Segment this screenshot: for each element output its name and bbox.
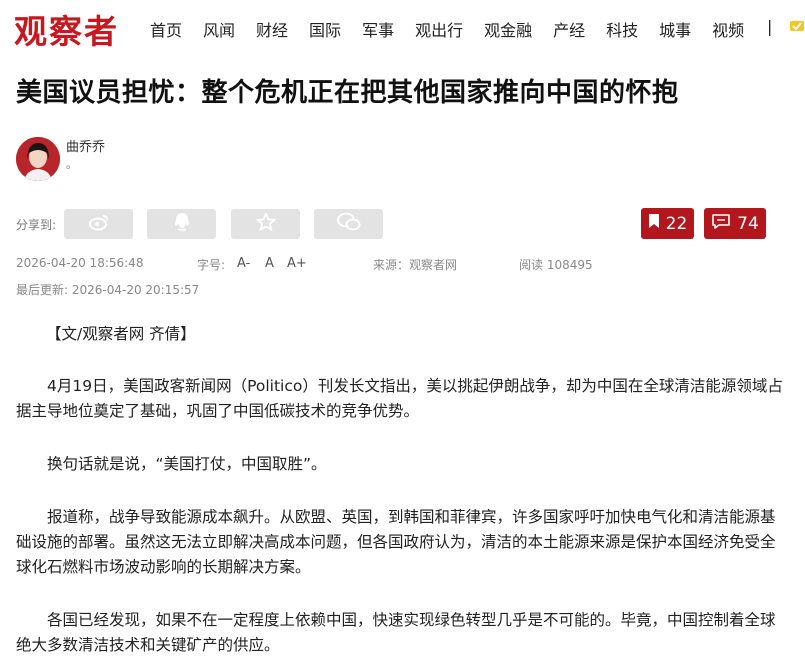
article-paragraph: 4月19日，美国政客新闻网（Politico）刊发长文指出，美以挑起伊朗战争，却… [16, 377, 783, 420]
font-normal-button[interactable]: A [265, 256, 274, 271]
share-favorite-button[interactable] [231, 209, 300, 239]
last-updated: 最后更新: 2026-04-20 20:15:57 [16, 283, 200, 297]
share-qq-button[interactable] [147, 209, 216, 239]
article-source: 来源：观察者网 [373, 258, 458, 272]
share-wechat-button[interactable] [314, 209, 383, 239]
nav-item-finance[interactable]: 财经 [256, 17, 288, 41]
nav-separator: | [767, 17, 773, 36]
nav-item-travel[interactable]: 观出行 [415, 17, 463, 41]
nav-item-home[interactable]: 首页 [150, 17, 182, 41]
wechat-icon [336, 212, 361, 236]
qq-icon [173, 212, 191, 236]
favorite-count-button[interactable]: 22 [641, 208, 694, 239]
site-logo[interactable]: 观察者 [14, 5, 119, 53]
author-name[interactable]: 曲乔乔 [66, 136, 105, 155]
nav-item-jinrong[interactable]: 观金融 [484, 17, 532, 41]
comment-count-button[interactable]: 74 [704, 208, 766, 239]
article-paragraph: 换句话就是说，“美国打仗，中国取胜”。 [47, 455, 327, 473]
favorite-count: 22 [665, 213, 688, 234]
share-label: 分享到: [16, 218, 57, 232]
article-byline: 【文/观察者网 齐倩】 [46, 325, 196, 343]
bookmark-icon [648, 213, 660, 234]
author-subtitle: 。 [66, 158, 77, 171]
publish-date: 2026-04-20 18:56:48 [16, 256, 144, 270]
nav-item-international[interactable]: 国际 [309, 17, 341, 41]
share-weibo-button[interactable] [64, 209, 133, 239]
weibo-icon [88, 213, 110, 235]
font-size-label: 字号: [197, 258, 226, 272]
article-paragraph: 报道称，战争导致能源成本飙升。从欧盟、英国，到韩国和菲律宾，许多国家呼吁加快电气… [16, 508, 776, 576]
nav-item-tech[interactable]: 科技 [606, 17, 638, 41]
nav-item-military[interactable]: 军事 [362, 17, 394, 41]
nav-extra-icon[interactable] [789, 18, 805, 34]
nav-item-industry[interactable]: 产经 [553, 17, 585, 41]
nav-item-city[interactable]: 城事 [659, 17, 691, 41]
nav-item-fengwen[interactable]: 风闻 [203, 17, 235, 41]
site-header: 观察者 首页 风闻 财经 国际 军事 观出行 观金融 产经 科技 城事 视频 | [0, 0, 805, 56]
read-count: 阅读 108495 [519, 258, 593, 272]
author-avatar[interactable] [16, 137, 60, 181]
main-nav: 首页 风闻 财经 国际 军事 观出行 观金融 产经 科技 城事 视频 [150, 17, 765, 41]
nav-item-video[interactable]: 视频 [712, 17, 744, 41]
comment-icon [711, 213, 731, 234]
font-large-button[interactable]: A+ [287, 256, 307, 271]
article-paragraph: 各国已经发现，如果不在一定程度上依赖中国，快速实现绿色转型几乎是不可能的。毕竟，… [16, 611, 776, 654]
font-small-button[interactable]: A- [237, 256, 250, 271]
star-icon [255, 212, 276, 236]
article-title: 美国议员担忧：整个危机正在把其他国家推向中国的怀抱 [16, 78, 679, 108]
comment-count: 74 [737, 213, 759, 234]
